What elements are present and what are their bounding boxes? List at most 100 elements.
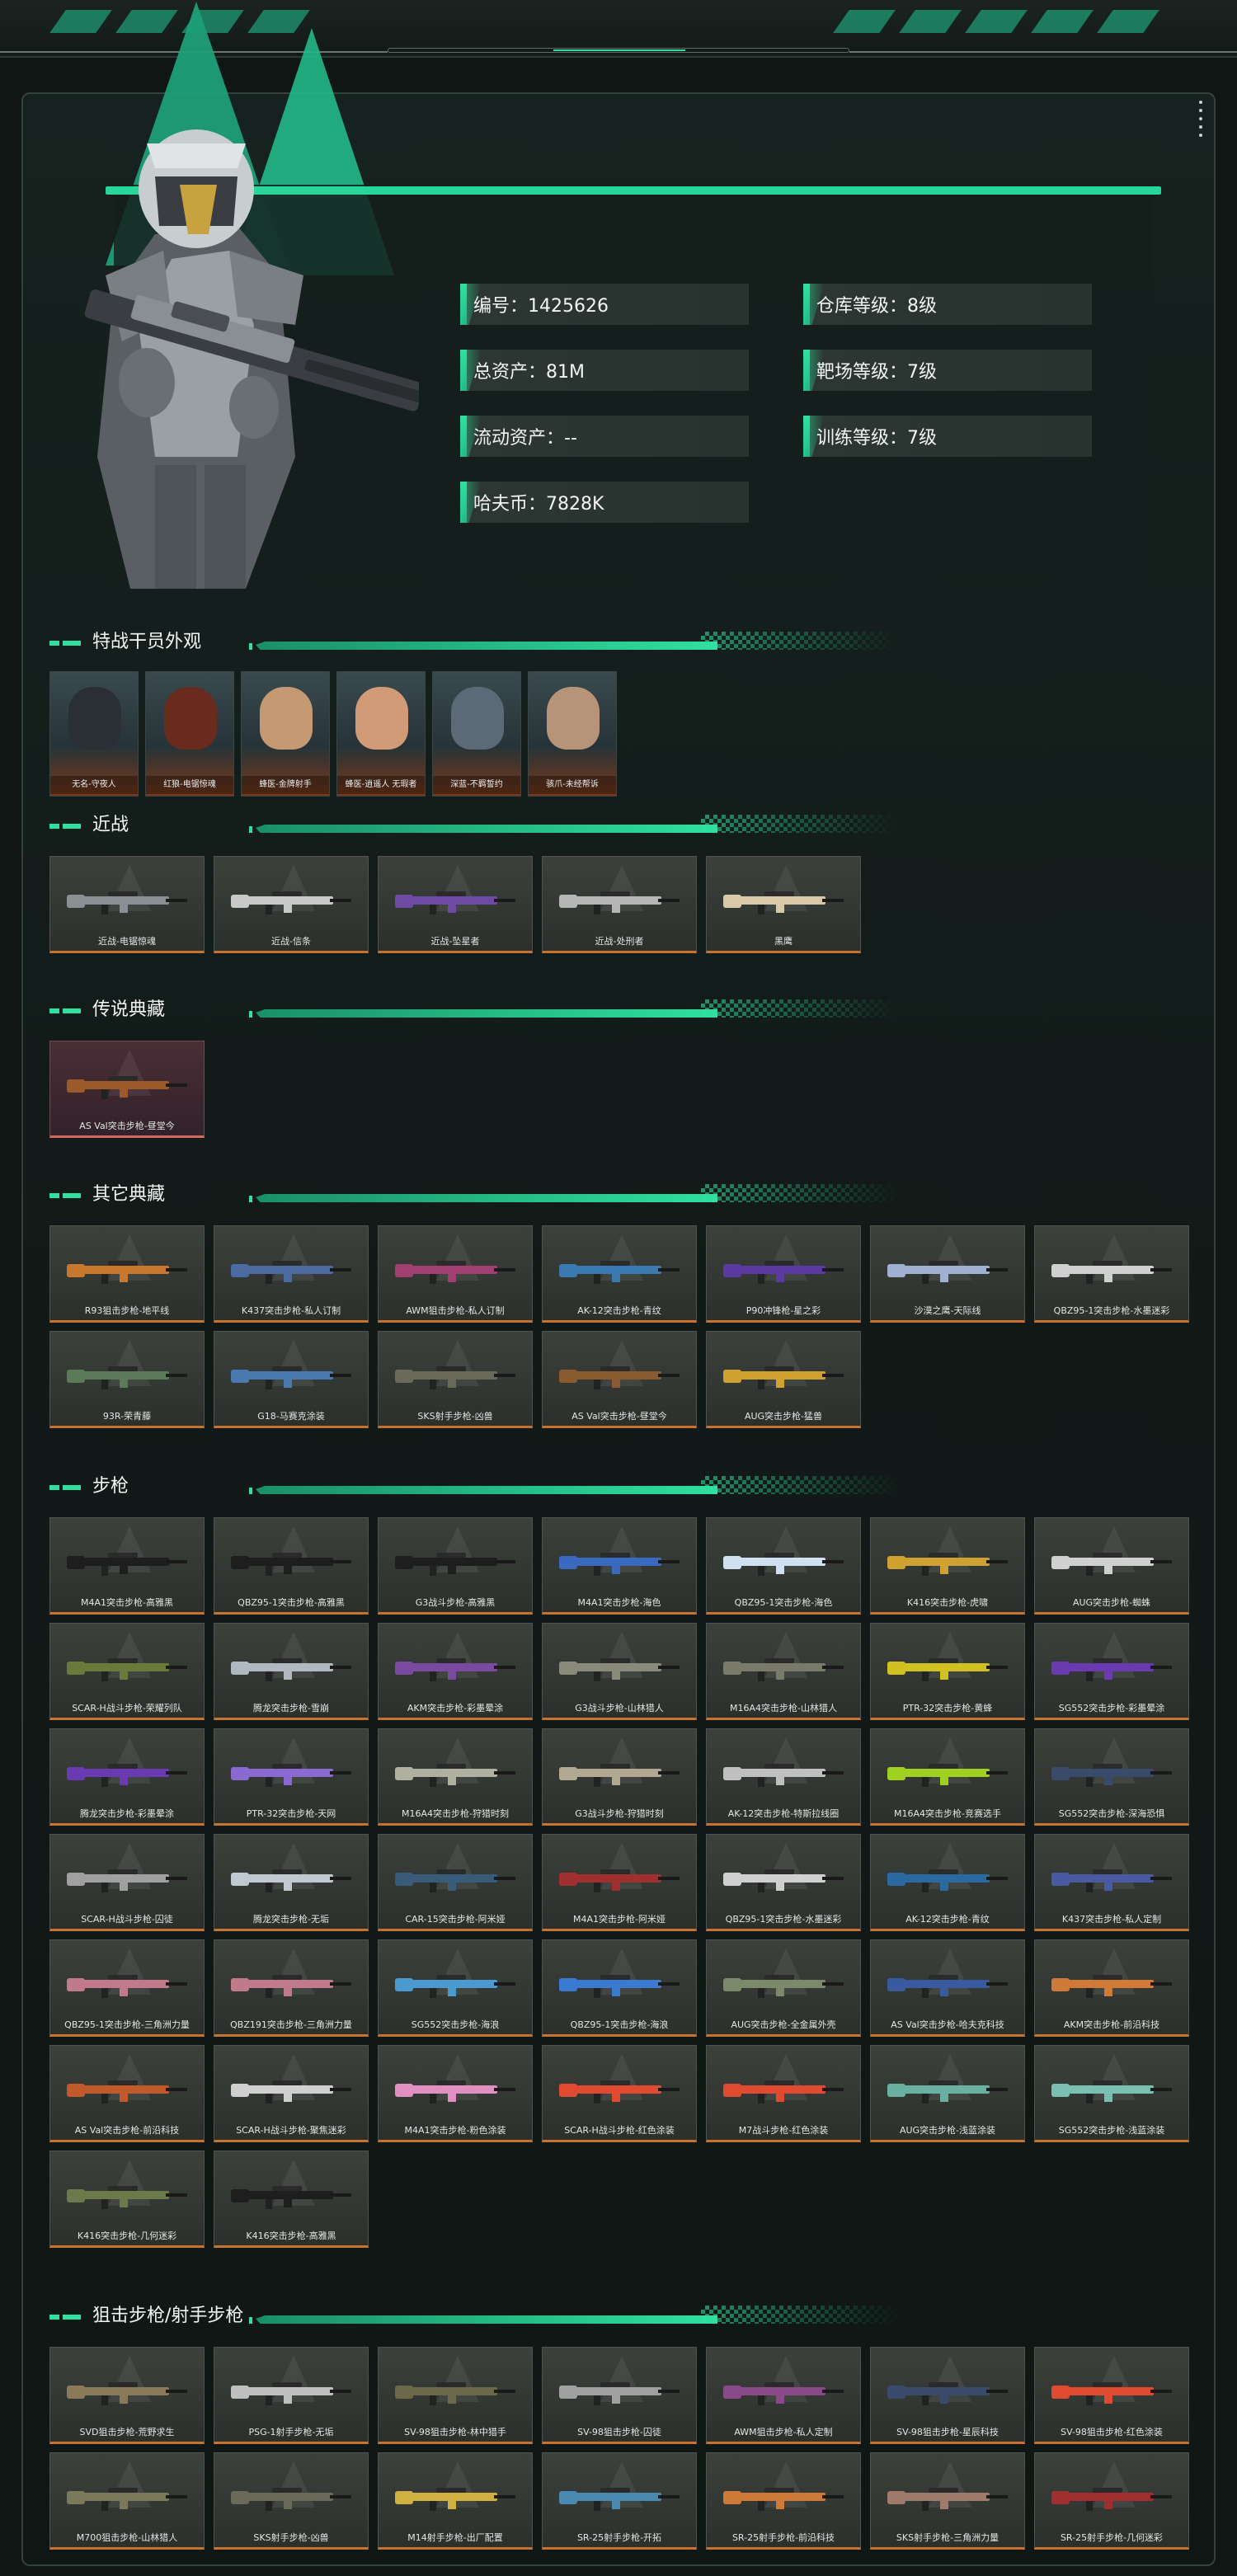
weapon-icon — [231, 2382, 351, 2405]
weapon-icon — [723, 1261, 844, 1284]
weapon-card[interactable]: SKS射手步枪-三角洲力量 — [870, 2452, 1025, 2550]
weapon-card[interactable]: SG552突击步枪-海浪 — [378, 1939, 533, 2037]
weapon-card[interactable]: QBZ95-1突击步枪-海浪 — [542, 1939, 697, 2037]
weapon-card[interactable]: K416突击步枪-虎啸 — [870, 1517, 1025, 1615]
header-dash — [49, 824, 59, 829]
weapon-card[interactable]: AUG突击步枪-浅蓝涂装 — [870, 2045, 1025, 2142]
weapon-card[interactable]: AUG突击步枪-猛兽 — [706, 1331, 861, 1428]
weapon-card[interactable]: AS Val突击步枪-哈夫克科技 — [870, 1939, 1025, 2037]
weapon-icon — [1051, 2488, 1172, 2511]
weapon-card[interactable]: 沙漠之鹰-天际线 — [870, 1225, 1025, 1323]
agent-card[interactable]: 深蓝-不羁誓约 — [432, 671, 521, 797]
weapon-card[interactable]: SCAR-H战斗步枪-聚焦迷彩 — [214, 2045, 369, 2142]
weapon-card[interactable]: CAR-15突击步枪-阿米娅 — [378, 1834, 533, 1931]
weapon-card[interactable]: P90冲锋枪-星之彩 — [706, 1225, 861, 1323]
weapon-card[interactable]: M700狙击步枪-山林猎人 — [49, 2452, 205, 2550]
weapon-name: SR-25射手步枪-前沿科技 — [731, 2532, 835, 2543]
weapon-card[interactable]: M14射手步枪-出厂配置 — [378, 2452, 533, 2550]
weapon-card[interactable]: SG552突击步枪-浅蓝涂装 — [1034, 2045, 1189, 2142]
weapon-card[interactable]: AS Val突击步枪-昼堂今 — [49, 1041, 205, 1138]
weapon-card[interactable]: K437突击步枪-私人订制 — [214, 1225, 369, 1323]
weapon-card[interactable]: SV-98狙击步枪-红色涂装 — [1034, 2347, 1189, 2444]
weapon-card[interactable]: AS Val突击步枪-昼堂今 — [542, 1331, 697, 1428]
stat-label: 仓库等级：8级 — [816, 296, 937, 317]
weapon-card[interactable]: QBZ191突击步枪-三角洲力量 — [214, 1939, 369, 2037]
header-center-bar — [388, 48, 849, 53]
header-mark — [249, 2317, 252, 2324]
weapon-card[interactable]: SCAR-H战斗步枪-囚徒 — [49, 1834, 205, 1931]
weapon-card[interactable]: K437突击步枪-私人定制 — [1034, 1834, 1189, 1931]
weapon-card[interactable]: M7战斗步枪-红色涂装 — [706, 2045, 861, 2142]
weapon-card[interactable]: 近战-坠星者 — [378, 856, 533, 953]
weapon-card[interactable]: QBZ95-1突击步枪-水墨迷彩 — [706, 1834, 861, 1931]
weapon-card[interactable]: SCAR-H战斗步枪-红色涂装 — [542, 2045, 697, 2142]
weapon-card[interactable]: AKM突击步枪-前沿科技 — [1034, 1939, 1189, 2037]
weapon-card[interactable]: M16A4突击步枪-山林猎人 — [706, 1623, 861, 1720]
weapon-card[interactable]: G18-马赛克涂装 — [214, 1331, 369, 1428]
weapon-card[interactable]: AK-12突击步枪-特斯拉线圈 — [706, 1728, 861, 1826]
weapon-card[interactable]: AWM狙击步枪-私人订制 — [378, 1225, 533, 1323]
weapon-card[interactable]: PTR-32突击步枪-天网 — [214, 1728, 369, 1826]
weapon-name: QBZ95-1突击步枪-海浪 — [570, 2019, 669, 2030]
weapon-name: M16A4突击步枪-竞赛选手 — [894, 1808, 1001, 1819]
weapon-card[interactable]: AKM突击步枪-彩墨晕涂 — [378, 1623, 533, 1720]
weapon-card[interactable]: AUG突击步枪-蜘蛛 — [1034, 1517, 1189, 1615]
weapon-card[interactable]: M16A4突击步枪-狩猎时刻 — [378, 1728, 533, 1826]
weapon-card[interactable]: M4A1突击步枪-粉色涂装 — [378, 2045, 533, 2142]
weapon-card[interactable]: AS Val突击步枪-前沿科技 — [49, 2045, 205, 2142]
weapon-card[interactable]: M4A1突击步枪-阿米娅 — [542, 1834, 697, 1931]
weapon-card[interactable]: R93狙击步枪-地平线 — [49, 1225, 205, 1323]
weapon-name: AK-12突击步枪-青纹 — [577, 1305, 661, 1316]
agent-card[interactable]: 骇爪-未经帮诉 — [528, 671, 617, 797]
weapon-card[interactable]: SVD狙击步枪-荒野求生 — [49, 2347, 205, 2444]
weapon-card[interactable]: SV-98狙击步枪-林中猎手 — [378, 2347, 533, 2444]
weapon-card[interactable]: G3战斗步枪-狩猎时刻 — [542, 1728, 697, 1826]
weapon-card[interactable]: 腾龙突击步枪-无垢 — [214, 1834, 369, 1931]
agent-card[interactable]: 无名-守夜人 — [49, 671, 139, 797]
weapon-card[interactable]: AUG突击步枪-全金属外壳 — [706, 1939, 861, 2037]
more-icon[interactable] — [1199, 101, 1202, 142]
weapon-card[interactable]: AK-12突击步枪-青纹 — [542, 1225, 697, 1323]
weapon-card[interactable]: 93R-荣青藤 — [49, 1331, 205, 1428]
weapon-card[interactable]: SV-98狙击步枪-星辰科技 — [870, 2347, 1025, 2444]
weapon-card[interactable]: SV-98狙击步枪-囚徒 — [542, 2347, 697, 2444]
header-bar — [256, 1194, 717, 1202]
weapon-card[interactable]: SG552突击步枪-深海恐惧 — [1034, 1728, 1189, 1826]
weapon-card[interactable]: SR-25射手步枪-几何迷彩 — [1034, 2452, 1189, 2550]
weapon-card[interactable]: M4A1突击步枪-海色 — [542, 1517, 697, 1615]
weapon-card[interactable]: SCAR-H战斗步枪-荣耀列队 — [49, 1623, 205, 1720]
weapon-card[interactable]: AK-12突击步枪-青纹 — [870, 1834, 1025, 1931]
weapon-card[interactable]: M16A4突击步枪-竞赛选手 — [870, 1728, 1025, 1826]
weapon-card[interactable]: K416突击步枪-几何迷彩 — [49, 2151, 205, 2248]
weapon-card[interactable]: M4A1突击步枪-高雅黑 — [49, 1517, 205, 1615]
weapon-card[interactable]: 近战-处刑者 — [542, 856, 697, 953]
weapon-card[interactable]: SKS射手步枪-凶兽 — [378, 1331, 533, 1428]
header-dash — [63, 641, 81, 646]
weapon-card[interactable]: PTR-32突击步枪-黄蜂 — [870, 1623, 1025, 1720]
weapon-card[interactable]: 腾龙突击步枪-彩墨晕涂 — [49, 1728, 205, 1826]
weapon-card[interactable]: G3战斗步枪-山林猎人 — [542, 1623, 697, 1720]
weapon-card[interactable]: 近战-信条 — [214, 856, 369, 953]
agent-card[interactable]: 蜂医-逍遥人 无瑕者 — [336, 671, 426, 797]
weapon-card[interactable]: SG552突击步枪-彩墨晕涂 — [1034, 1623, 1189, 1720]
agent-card[interactable]: 蜂医-金牌射手 — [241, 671, 330, 797]
weapon-name: M16A4突击步枪-山林猎人 — [730, 1703, 837, 1713]
header-mark — [249, 826, 252, 833]
weapon-card[interactable]: QBZ95-1突击步枪-水墨迷彩 — [1034, 1225, 1189, 1323]
agent-name: 无名-守夜人 — [50, 776, 138, 794]
weapon-card[interactable]: 黑鹰 — [706, 856, 861, 953]
weapon-card[interactable]: SKS射手步枪-凶兽 — [214, 2452, 369, 2550]
weapon-card[interactable]: K416突击步枪-高雅黑 — [214, 2151, 369, 2248]
weapon-card[interactable]: 腾龙突击步枪-雪崩 — [214, 1623, 369, 1720]
weapon-card[interactable]: QBZ95-1突击步枪-三角洲力量 — [49, 1939, 205, 2037]
weapon-card[interactable]: QBZ95-1突击步枪-高雅黑 — [214, 1517, 369, 1615]
weapon-card[interactable]: SR-25射手步枪-开拓 — [542, 2452, 697, 2550]
weapon-card[interactable]: QBZ95-1突击步枪-海色 — [706, 1517, 861, 1615]
weapon-card[interactable]: AWM狙击步枪-私人定制 — [706, 2347, 861, 2444]
agent-card[interactable]: 红狼-电锯惊魂 — [145, 671, 234, 797]
weapon-card[interactable]: G3战斗步枪-高雅黑 — [378, 1517, 533, 1615]
weapon-card[interactable]: PSG-1射手步枪-无垢 — [214, 2347, 369, 2444]
weapon-card[interactable]: SR-25射手步枪-前沿科技 — [706, 2452, 861, 2550]
weapon-name: AS Val突击步枪-前沿科技 — [74, 2125, 180, 2136]
weapon-card[interactable]: 近战-电锯惊魂 — [49, 856, 205, 953]
